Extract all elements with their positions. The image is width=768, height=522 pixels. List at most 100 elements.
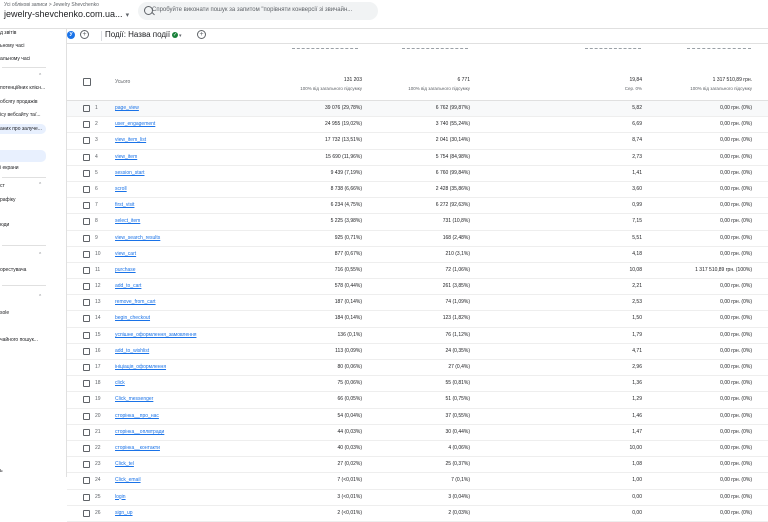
event-name-link[interactable]: сторінка__оплвтради [115,429,164,435]
row-checkbox[interactable] [83,380,90,388]
table-row[interactable]: 21 сторінка__оплвтради 44 (0,03%) 30 (0,44%… [67,425,768,441]
event-name-link[interactable]: Click_messenger [115,396,153,402]
search-box[interactable]: Спробуйте виконати пошук за запитом "пор… [138,2,378,20]
sidebar-item[interactable]: ьному часі [0,43,25,49]
row-checkbox[interactable] [83,169,90,177]
row-checkbox[interactable] [83,347,90,355]
row-checkbox[interactable] [83,266,90,274]
table-row[interactable]: 11 purchase 716 (0,55%) 72 (1,06%) 10,08 1 31… [67,263,768,280]
row-checkbox[interactable] [83,250,90,258]
table-row[interactable]: 1 page_view 39 076 (29,78%) 6 762 (99,87%) 5… [67,101,768,118]
row-checkbox[interactable] [83,299,90,307]
row-checkbox[interactable] [83,493,90,501]
table-row[interactable]: 19 Click_messenger 66 (0,05%) 51 (0,75%) 1,2… [67,392,768,409]
sidebar-item[interactable]: альному часі [0,56,30,62]
sidebar-item[interactable]: і екрани [0,165,19,171]
event-name-link[interactable]: ініціація_оформлення [115,364,166,370]
event-name-link[interactable]: session_start [115,170,144,176]
table-row[interactable]: 10 view_cart 877 (0,67%) 210 (3,1%) 4,18 0,00… [67,247,768,263]
sidebar-item[interactable]: рафіку [0,197,16,203]
sidebar-item-selected[interactable]: аних про залуче... [0,124,46,134]
event-name-link[interactable]: begin_checkout [115,315,150,321]
row-checkbox[interactable] [83,185,90,193]
sidebar-item[interactable]: юди [0,222,9,228]
event-name-link[interactable]: sign_up [115,510,133,516]
event-name-link[interactable]: view_item [115,154,137,160]
table-row[interactable]: 5 session_start 9 439 (7,19%) 6 760 (99,84%… [67,166,768,182]
row-checkbox[interactable] [83,364,90,371]
event-name-link[interactable]: first_visit [115,202,134,208]
event-name-link[interactable]: Click_email [115,477,141,483]
row-checkbox[interactable] [83,315,90,323]
chevron-up-icon[interactable]: ⌃ [38,252,42,258]
table-row[interactable]: 7 first_visit 6 234 (4,75%) 6 272 (92,63%) 0… [67,198,768,215]
event-name-link[interactable]: add_to_cart [115,283,141,289]
table-row[interactable]: 26 sign_up 2 (<0,01%) 2 (0,03%) 0,00 0,00 грн… [67,506,768,522]
chevron-up-icon[interactable]: ⌃ [38,294,42,300]
event-name-link[interactable]: сторінка__контакти [115,445,160,451]
table-row[interactable]: 13 remove_from_cart 187 (0,14%) 74 (1,09%) 2… [67,295,768,312]
row-checkbox[interactable] [83,331,90,339]
event-name-link[interactable]: view_search_results [115,235,160,241]
sidebar-item[interactable]: д звітів [0,30,16,36]
row-checkbox[interactable] [83,202,90,210]
event-name-link[interactable]: login [115,494,126,500]
table-row[interactable]: 14 begin_checkout 184 (0,14%) 123 (1,82%) 1,… [67,311,768,328]
select-all-checkbox[interactable] [83,78,91,86]
table-row[interactable]: 16 add_to_wishlist 113 (0,09%) 24 (0,35%) 4,… [67,344,768,360]
add-comparison-button[interactable]: + [80,30,89,39]
sidebar-item-active[interactable] [0,150,46,162]
table-row[interactable]: 12 add_to_cart 578 (0,44%) 261 (3,85%) 2,21 0… [67,279,768,296]
sidebar-item[interactable]: чайного пошук... [0,337,38,343]
table-row[interactable]: 8 select_item 5 225 (3,98%) 731 (10,8%) 7,15… [67,214,768,231]
sidebar-item[interactable]: орестувача [0,267,26,273]
breadcrumb[interactable]: Усі облікові записи > Jewelry Shevchenko [4,2,99,8]
table-row[interactable]: 23 Click_tel 27 (0,02%) 25 (0,37%) 1,08 0,00 … [67,457,768,474]
table-row[interactable]: 25 login 3 (<0,01%) 3 (0,04%) 0,00 0,00 грн. … [67,490,768,506]
row-checkbox[interactable] [83,477,90,485]
chevron-up-icon[interactable]: ⌃ [38,73,42,79]
sidebar-item[interactable]: потенційних клієн... [0,85,45,91]
row-checkbox[interactable] [83,461,90,469]
event-name-link[interactable]: add_to_wishlist [115,348,149,354]
table-row[interactable]: 24 Click_email 7 (<0,01%) 7 (0,1%) 1,00 0,00 … [67,473,768,490]
event-name-link[interactable]: scroll [115,186,127,192]
sidebar-item[interactable]: sole [0,310,9,316]
row-checkbox[interactable] [83,412,90,420]
table-row[interactable]: 9 view_search_results 925 (0,71%) 168 (2,48… [67,231,768,247]
table-row[interactable]: 18 click 75 (0,06%) 55 (0,81%) 1,36 0,00 грн.… [67,376,768,393]
row-checkbox[interactable] [83,105,90,112]
row-checkbox[interactable] [83,444,90,452]
row-checkbox[interactable] [83,283,90,291]
event-name-link[interactable]: view_item_list [115,137,146,143]
chevron-down-icon[interactable]: ▾ [179,33,182,39]
event-name-link[interactable]: сторінка__про_нас [115,413,159,419]
segment-badge[interactable]: У [67,31,75,39]
table-row[interactable]: 3 view_item_list 17 732 (13,51%) 2 041 (30,… [67,133,768,150]
table-row[interactable]: 22 сторінка__контакти 40 (0,03%) 4 (0,06%) 1… [67,441,768,458]
sidebar-item[interactable]: ь [0,468,3,474]
property-selector[interactable]: jewelry-shevchenko.com.ua... ▾ [4,9,129,19]
row-checkbox[interactable] [83,153,90,161]
event-name-link[interactable]: view_cart [115,251,136,257]
row-checkbox[interactable] [83,121,90,129]
sidebar-item[interactable]: ісу вебсайту та/... [0,112,41,118]
table-row[interactable]: 6 scroll 8 738 (6,66%) 2 428 (35,86%) 3,60 0,… [67,182,768,199]
row-checkbox[interactable] [83,218,90,226]
chevron-up-icon[interactable]: ⌃ [38,182,42,188]
event-name-link[interactable]: select_item [115,218,140,224]
event-name-link[interactable]: успішне_оформлення_замовлення [115,332,196,338]
dimension-chip[interactable]: Події: Назва події ✓ ▾ [105,30,182,39]
row-checkbox[interactable] [83,428,90,436]
row-checkbox[interactable] [83,137,90,145]
row-checkbox[interactable] [83,234,90,242]
event-name-link[interactable]: remove_from_cart [115,299,156,305]
table-row[interactable]: 2 user_engagement 24 955 (19,02%) 3 740 (55… [67,117,768,134]
event-name-link[interactable]: purchase [115,267,136,273]
table-row[interactable]: 4 view_item 15 690 (11,96%) 5 754 (84,98%) 2… [67,150,768,166]
event-name-link[interactable]: user_engagement [115,121,155,127]
event-name-link[interactable]: page_view [115,105,139,111]
table-row[interactable]: 15 успішне_оформлення_замовлення 136 (0,1%… [67,328,768,344]
event-name-link[interactable]: click [115,380,125,386]
row-checkbox[interactable] [83,509,90,517]
